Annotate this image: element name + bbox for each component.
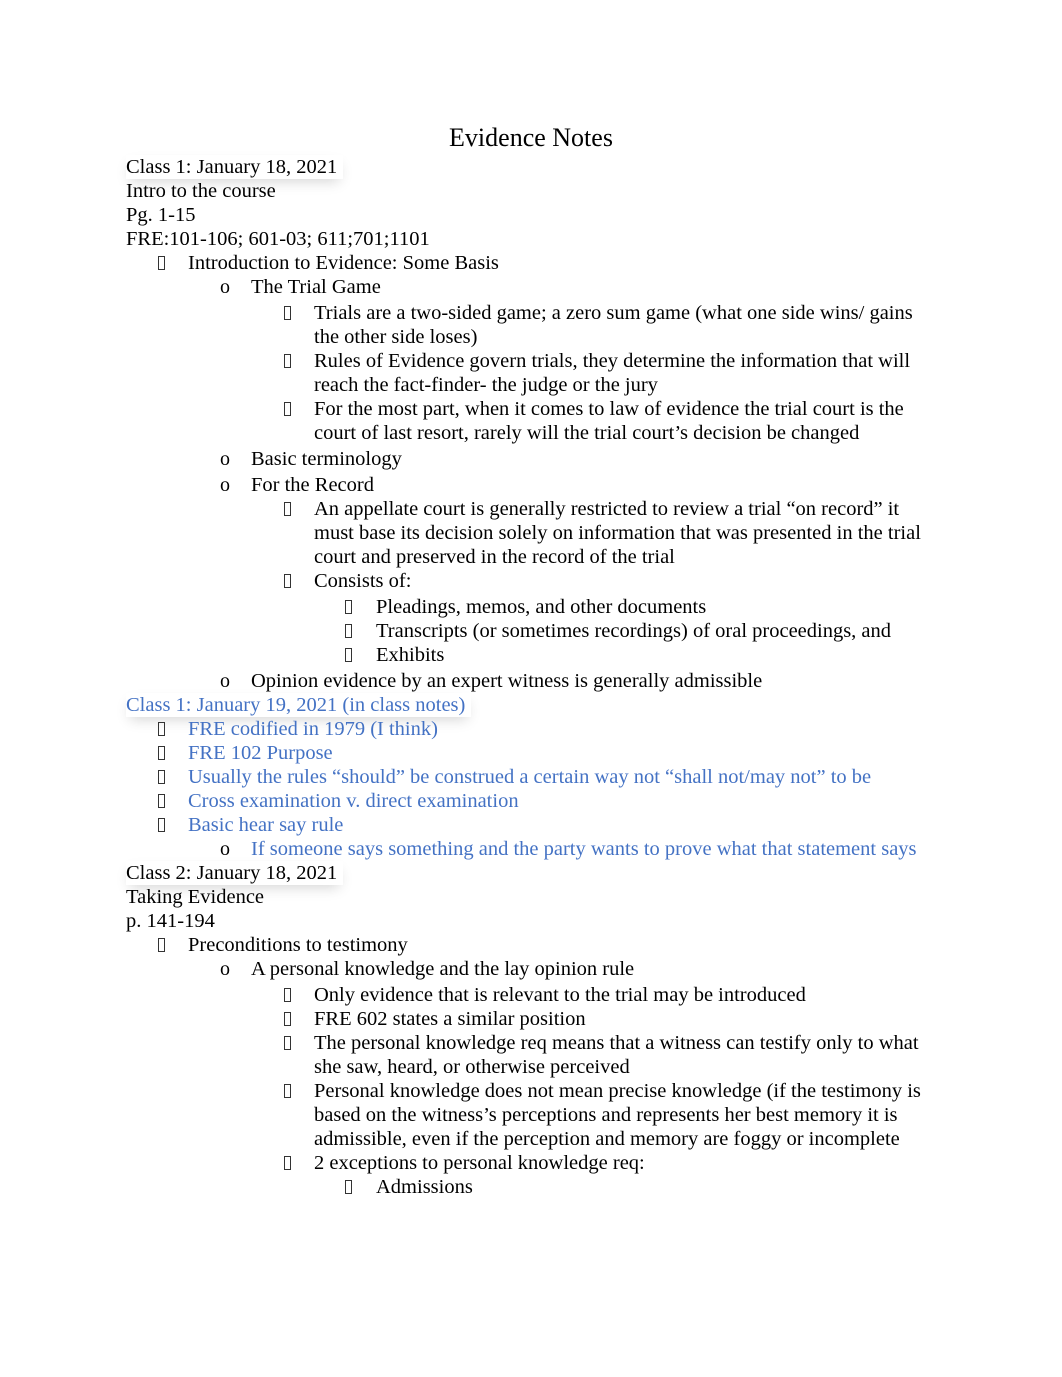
list-item: o For the Record [220, 474, 374, 496]
list-item: FRE codified in 1979 (I think) [126, 717, 936, 741]
box-bullet-icon [284, 569, 291, 594]
circle-bullet-icon: o [220, 838, 230, 860]
section-topic: Taking Evidence [126, 886, 265, 908]
circle-bullet-icon: o [220, 670, 230, 692]
circle-bullet-icon: o [220, 448, 230, 470]
document-page: Evidence Notes Class 1: January 18, 2021… [0, 0, 1062, 1377]
list-item: Transcripts (or sometimes recordings) of… [126, 619, 936, 643]
box-bullet-icon [158, 741, 165, 766]
box-bullet-icon [158, 813, 165, 838]
box-bullet-icon [158, 717, 165, 742]
document-title: Evidence Notes [449, 123, 613, 152]
box-bullet-icon [284, 1007, 291, 1032]
box-bullet-icon [158, 765, 165, 790]
list-item: o If someone says something and the part… [220, 838, 917, 860]
box-bullet-icon [158, 251, 165, 276]
list-item: o The Trial Game [220, 276, 381, 298]
section-rules: FRE:101-106; 601-03; 611;701;1101 [126, 228, 430, 250]
section-heading-class1-in-class: Class 1: January 19, 2021 (in class note… [126, 693, 936, 717]
box-bullet-icon [284, 1151, 291, 1176]
list-item: Pleadings, memos, and other documents [126, 595, 936, 619]
list-item: Rules of Evidence govern trials, they de… [126, 349, 936, 397]
list-item: Basic hear say rule [126, 813, 936, 837]
list-item: 2 exceptions to personal knowledge req: [126, 1151, 936, 1175]
circle-bullet-icon: o [220, 958, 230, 980]
list-item: Admissions [126, 1175, 936, 1199]
box-bullet-icon [284, 1079, 291, 1104]
list-item: FRE 602 states a similar position [126, 1007, 936, 1031]
box-bullet-icon [284, 497, 291, 522]
list-item: The personal knowledge req means that a … [126, 1031, 936, 1079]
box-bullet-icon [284, 301, 291, 326]
section-pages: Pg. 1-15 [126, 204, 196, 226]
list-item: o A personal knowledge and the lay opini… [220, 958, 635, 980]
list-item: o Opinion evidence by an expert witness … [220, 670, 763, 692]
list-item: An appellate court is generally restrict… [126, 497, 936, 569]
box-bullet-icon [284, 1031, 291, 1056]
box-bullet-icon [158, 789, 165, 814]
section-topic: Intro to the course [126, 180, 276, 202]
document-body: Class 1: January 18, 2021 Intro to the c… [126, 155, 936, 1199]
box-bullet-icon [284, 397, 291, 422]
list-item: Trials are a two-sided game; a zero sum … [126, 301, 936, 349]
list-item: Cross examination v. direct examination [126, 789, 936, 813]
heading-text: Class 1: January 19, 2021 (in class note… [126, 693, 471, 717]
heading-text: Class 2: January 18, 2021 [126, 861, 343, 885]
section-heading-class2: Class 2: January 18, 2021 [126, 861, 936, 885]
list-item: For the most part, when it comes to law … [126, 397, 936, 445]
list-item: Preconditions to testimony [126, 933, 936, 957]
list-item: Introduction to Evidence: Some Basis [126, 251, 936, 275]
box-bullet-icon [345, 1175, 352, 1200]
box-bullet-icon [284, 349, 291, 374]
box-bullet-icon [158, 933, 165, 958]
list-item: Usually the rules “should” be construed … [126, 765, 936, 789]
heading-text: Class 1: January 18, 2021 [126, 155, 343, 179]
box-bullet-icon [345, 619, 352, 644]
list-item: Only evidence that is relevant to the tr… [126, 983, 936, 1007]
box-bullet-icon [284, 983, 291, 1008]
circle-bullet-icon: o [220, 276, 230, 298]
box-bullet-icon [345, 595, 352, 620]
circle-bullet-icon: o [220, 474, 230, 496]
list-item: FRE 102 Purpose [126, 741, 936, 765]
list-item: Exhibits [126, 643, 936, 667]
list-item: o Basic terminology [220, 448, 402, 470]
section-pages: p. 141-194 [126, 910, 215, 932]
list-item: Personal knowledge does not mean precise… [126, 1079, 936, 1151]
list-item: Consists of: [126, 569, 936, 593]
box-bullet-icon [345, 643, 352, 668]
section-heading-class1: Class 1: January 18, 2021 [126, 155, 936, 179]
